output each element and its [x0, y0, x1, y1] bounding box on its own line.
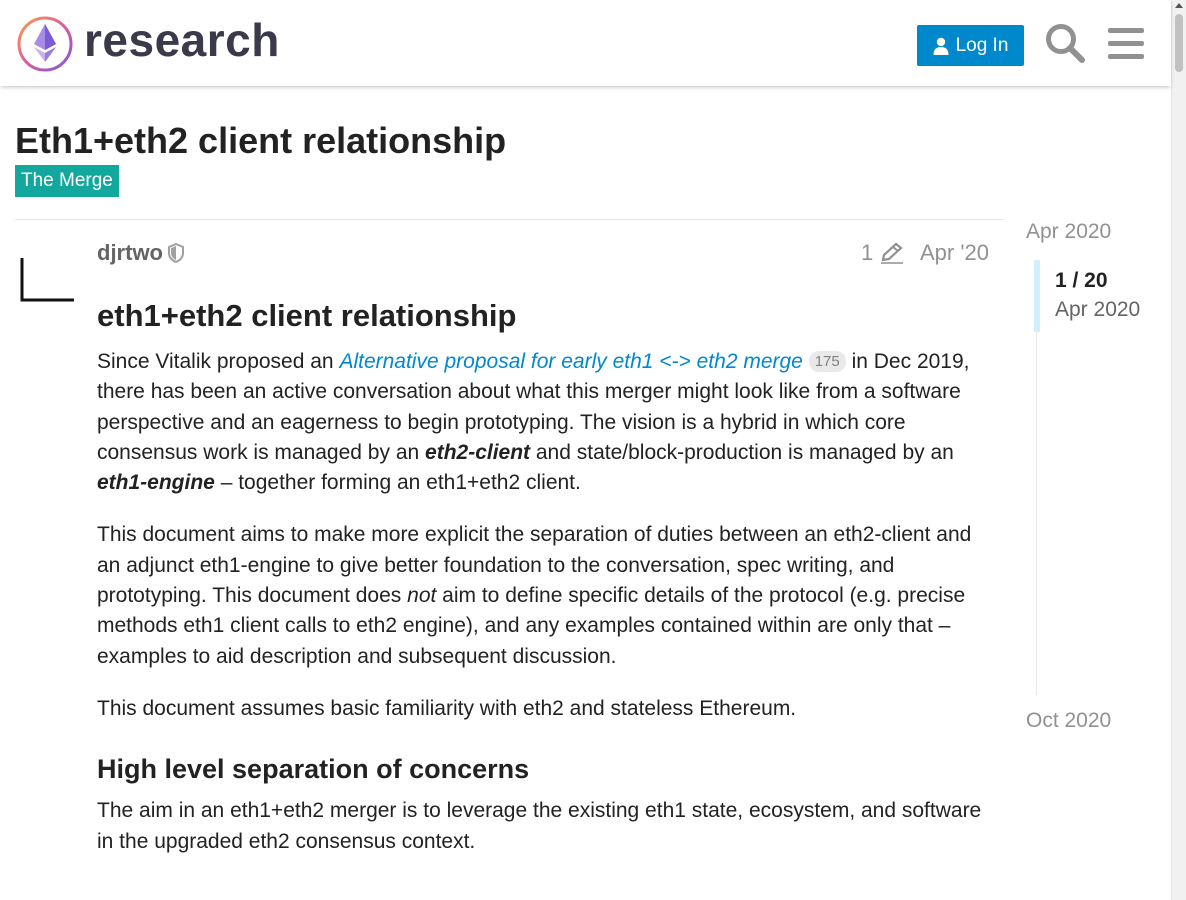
site-name: research	[84, 14, 280, 66]
category-badge[interactable]: The Merge	[15, 165, 119, 197]
ethereum-research-logo-icon	[17, 16, 73, 72]
post-date[interactable]: Apr '20	[920, 240, 989, 266]
post-username[interactable]: djrtwo	[97, 240, 163, 266]
post-meta: djrtwo 1 Apr '20	[97, 238, 989, 268]
timeline-position: 1 / 20	[1055, 269, 1108, 292]
pencil-icon	[881, 242, 904, 264]
login-button[interactable]: Log In	[917, 25, 1024, 66]
edit-count: 1	[861, 240, 874, 265]
emphasis-not: not	[407, 584, 437, 608]
post-paragraph-3: This document assumes basic familiarity …	[97, 696, 797, 720]
moderator-shield-icon	[168, 243, 184, 263]
scrollbar-thumb[interactable]	[1175, 14, 1183, 72]
post-paragraph-4: The aim in an eth1+eth2 merger is to lev…	[97, 799, 982, 853]
post-paragraph-2: This document aims to make more explicit…	[97, 523, 972, 668]
site-header: research Log In	[0, 0, 1171, 86]
timeline-scroll-handle[interactable]	[1034, 260, 1040, 332]
user-icon	[933, 37, 949, 55]
timeline-position-date: Apr 2020	[1055, 298, 1141, 321]
login-label: Log In	[955, 34, 1009, 56]
proposal-link[interactable]: Alternative proposal for early eth1 <-> …	[339, 350, 802, 373]
hamburger-menu-icon[interactable]	[1105, 22, 1147, 64]
title-divider	[15, 219, 1004, 220]
topic-title[interactable]: Eth1+eth2 client relationship	[15, 118, 506, 164]
term-eth1-engine: eth1-engine	[97, 471, 215, 495]
post-paragraph-1: Since Vitalik proposed an Alternative pr…	[97, 350, 970, 495]
topic-timeline: Apr 2020 1 / 20 Apr 2020 Oct 2020	[1026, 220, 1166, 740]
edit-history-button[interactable]: 1	[861, 240, 905, 266]
timeline-end-date[interactable]: Oct 2020	[1026, 709, 1111, 733]
section-heading: High level separation of concerns	[97, 754, 530, 785]
page-scrollbar[interactable]	[1171, 0, 1186, 900]
term-eth2-client: eth2-client	[425, 440, 531, 464]
post-body: eth1+eth2 client relationship Since Vita…	[97, 290, 989, 879]
search-icon[interactable]	[1044, 22, 1086, 64]
link-click-count: 175	[808, 351, 846, 372]
site-logo[interactable]: research	[16, 14, 280, 72]
post-heading: eth1+eth2 client relationship	[97, 298, 517, 333]
avatar[interactable]	[18, 250, 78, 310]
scroll-up-arrow-icon[interactable]	[1175, 3, 1183, 8]
timeline-start-date[interactable]: Apr 2020	[1026, 220, 1111, 244]
